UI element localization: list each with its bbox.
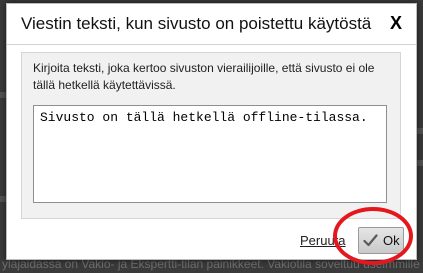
ok-button[interactable]: Ok (358, 227, 404, 254)
dialog-header: Viestin teksti, kun sivusto on poistettu… (7, 4, 416, 45)
dialog-body: Kirjoita teksti, joka kertoo sivuston vi… (21, 52, 401, 219)
checkmark-icon (363, 234, 378, 247)
cancel-link[interactable]: Peruuta (300, 233, 346, 248)
offline-message-dialog: Viestin teksti, kun sivusto on poistettu… (6, 3, 417, 260)
ok-button-label: Ok (383, 233, 400, 248)
instruction-text: Kirjoita teksti, joka kertoo sivuston vi… (33, 61, 375, 92)
dialog-title: Viestin teksti, kun sivusto on poistettu… (21, 14, 372, 33)
close-button[interactable]: X (386, 12, 406, 34)
offline-message-textarea[interactable]: Sivusto on tällä hetkellä offline-tilass… (33, 105, 387, 203)
